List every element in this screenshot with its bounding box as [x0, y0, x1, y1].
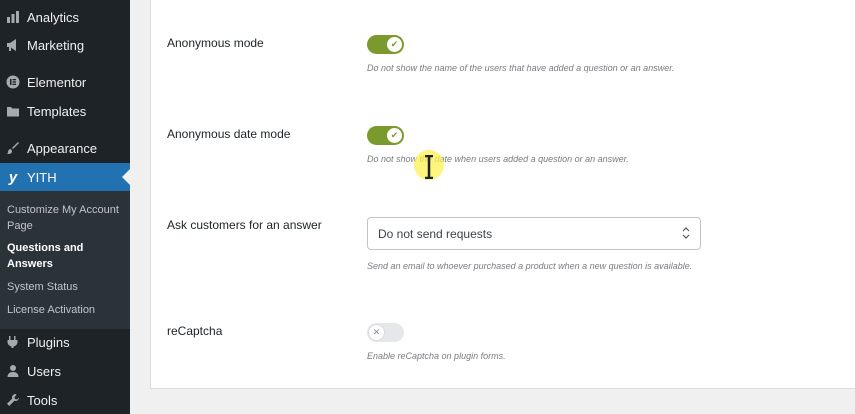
yith-icon: y: [8, 168, 18, 186]
recaptcha-description: Enable reCaptcha on plugin forms.: [367, 351, 506, 361]
anonymous-date-mode-description: Do not show the date when users added a …: [367, 154, 629, 164]
sidebar-item-marketing[interactable]: Marketing: [0, 31, 130, 59]
text-cursor-icon: [425, 155, 433, 179]
anonymous-mode-label: Anonymous mode: [167, 36, 264, 50]
admin-sidebar: Analytics Marketing Elementor Templates …: [0, 0, 130, 414]
submenu-item-customize-account[interactable]: Customize My Account Page: [7, 202, 127, 234]
user-icon: [5, 363, 21, 379]
yith-submenu: Customize My Account Page Questions and …: [0, 191, 130, 329]
recaptcha-toggle[interactable]: ✕: [367, 323, 404, 342]
chevron-up-down-icon: [682, 226, 690, 240]
recaptcha-label: reCaptcha: [167, 324, 223, 338]
ask-customers-label: Ask customers for an answer: [167, 218, 322, 232]
anonymous-date-mode-label: Anonymous date mode: [167, 127, 291, 141]
elementor-icon: [5, 74, 21, 90]
sidebar-item-label: Plugins: [27, 334, 70, 350]
plug-icon: [5, 334, 21, 350]
sidebar-item-users[interactable]: Users: [0, 357, 130, 385]
sidebar-item-label: Analytics: [27, 9, 80, 25]
close-icon: ✕: [369, 325, 384, 340]
sidebar-item-label: Marketing: [27, 37, 85, 53]
sidebar-item-label: Templates: [27, 103, 87, 119]
ask-customers-select[interactable]: Do not send requests: [367, 217, 701, 250]
sidebar-item-label: Elementor: [27, 74, 87, 90]
ask-customers-description: Send an email to whoever purchased a pro…: [367, 261, 693, 271]
settings-panel: Anonymous mode ✔ Do not show the name of…: [150, 0, 855, 389]
submenu-item-license-activation[interactable]: License Activation: [7, 302, 127, 318]
sidebar-item-elementor[interactable]: Elementor: [0, 68, 130, 96]
wrench-icon: [5, 392, 21, 408]
sidebar-item-analytics[interactable]: Analytics: [0, 3, 130, 31]
submenu-item-system-status[interactable]: System Status: [7, 279, 127, 295]
anonymous-date-mode-toggle[interactable]: ✔: [367, 126, 404, 145]
bar-chart-icon: [5, 9, 21, 25]
sidebar-item-label: Tools: [27, 392, 58, 408]
megaphone-icon: [5, 37, 21, 53]
sidebar-item-label: YITH: [27, 169, 57, 185]
sidebar-item-tools[interactable]: Tools: [0, 386, 130, 414]
sidebar-item-label: Appearance: [27, 140, 98, 156]
sidebar-item-plugins[interactable]: Plugins: [0, 328, 130, 356]
ask-customers-selected-value: Do not send requests: [378, 226, 493, 241]
submenu-item-questions-answers[interactable]: Questions and Answers: [7, 240, 127, 272]
sidebar-item-appearance[interactable]: Appearance: [0, 134, 130, 162]
check-icon: ✔: [387, 128, 402, 143]
sidebar-item-yith[interactable]: y YITH: [0, 163, 130, 191]
sidebar-item-templates[interactable]: Templates: [0, 97, 130, 125]
sidebar-item-label: Users: [27, 363, 61, 379]
paintbrush-icon: [5, 140, 21, 156]
anonymous-mode-toggle[interactable]: ✔: [367, 35, 404, 54]
folder-icon: [5, 103, 21, 119]
anonymous-mode-description: Do not show the name of the users that h…: [367, 63, 675, 73]
check-icon: ✔: [387, 37, 402, 52]
